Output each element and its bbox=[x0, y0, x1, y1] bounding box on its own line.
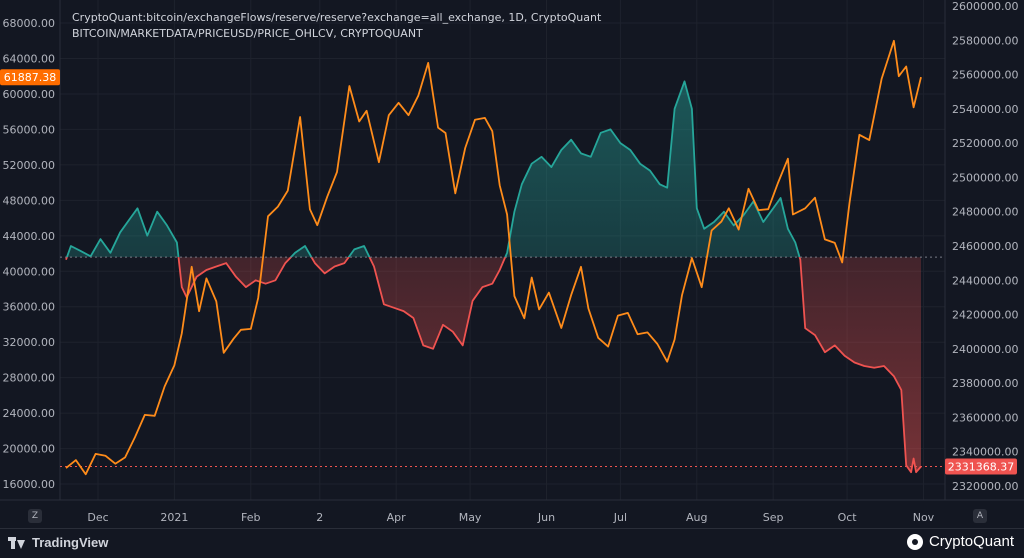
left-tick-label-11: 60000.00 bbox=[3, 88, 56, 101]
cryptoquant-logo-icon bbox=[906, 533, 923, 550]
legend-reserve-series[interactable]: CryptoQuant:bitcoin/exchangeFlows/reserv… bbox=[72, 11, 602, 24]
time-tick-label-10: Oct bbox=[838, 511, 858, 524]
left-tick-label-5: 36000.00 bbox=[3, 301, 56, 314]
left-tick-label-3: 28000.00 bbox=[3, 372, 56, 385]
right-tick-label-6: 2440000.00 bbox=[952, 274, 1018, 287]
tradingview-label: TradingView bbox=[32, 535, 109, 550]
tradingview-brand[interactable]: TradingView bbox=[8, 535, 108, 550]
chart-area[interactable]: 16000.00 20000.00 24000.00 28000.00 32000.00… bbox=[0, 0, 1024, 528]
right-axis: 2320000.00 2340000.00 2360000.00 2380000.00… bbox=[952, 0, 1018, 493]
time-tick-label-11: Nov bbox=[913, 511, 935, 524]
right-tick-label-14: 2600000.00 bbox=[952, 0, 1018, 13]
right-tick-label-12: 2560000.00 bbox=[952, 69, 1018, 82]
time-tick-label-2: Feb bbox=[241, 511, 260, 524]
left-tick-label-2: 24000.00 bbox=[3, 407, 56, 420]
time-tick-label-0: Dec bbox=[87, 511, 108, 524]
right-tick-label-9: 2500000.00 bbox=[952, 171, 1018, 184]
last-reserve-tag: 2331368.37 bbox=[945, 458, 1017, 475]
left-tick-label-9: 52000.00 bbox=[3, 159, 56, 172]
right-tick-label-10: 2520000.00 bbox=[952, 137, 1018, 150]
auto-scale-right-button[interactable]: A bbox=[973, 509, 987, 523]
left-tick-label-6: 40000.00 bbox=[3, 265, 56, 278]
right-tick-label-2: 2360000.00 bbox=[952, 411, 1018, 424]
time-tick-label-4: Apr bbox=[387, 511, 407, 524]
time-tick-label-5: May bbox=[459, 511, 482, 524]
left-tick-label-12: 64000.00 bbox=[3, 53, 56, 66]
right-tick-label-0: 2320000.00 bbox=[952, 480, 1018, 493]
right-tick-label-1: 2340000.00 bbox=[952, 446, 1018, 459]
right-tick-label-13: 2580000.00 bbox=[952, 34, 1018, 47]
footer-bar: TradingView CryptoQuant bbox=[0, 528, 1024, 558]
left-tick-label-13: 68000.00 bbox=[3, 17, 56, 30]
right-tick-label-7: 2460000.00 bbox=[952, 240, 1018, 253]
right-tick-label-8: 2480000.00 bbox=[952, 206, 1018, 219]
tradingview-logo-icon bbox=[8, 536, 26, 549]
auto-scale-left-button[interactable]: Z bbox=[28, 509, 42, 523]
cryptoquant-label: CryptoQuant bbox=[928, 533, 1014, 550]
left-tick-label-10: 56000.00 bbox=[3, 123, 56, 136]
left-tick-label-4: 32000.00 bbox=[3, 336, 56, 349]
time-tick-label-3: 2 bbox=[316, 511, 323, 524]
right-tick-label-4: 2400000.00 bbox=[952, 343, 1018, 356]
time-tick-label-7: Jul bbox=[613, 511, 627, 524]
time-tick-label-8: Aug bbox=[686, 511, 707, 524]
left-tick-label-0: 16000.00 bbox=[3, 478, 56, 491]
last-price-tag-label: 61887.38 bbox=[4, 71, 57, 84]
last-reserve-tag-label: 2331368.37 bbox=[948, 460, 1014, 473]
time-tick-label-6: Jun bbox=[537, 511, 555, 524]
last-price-tag: 61887.38 bbox=[0, 69, 60, 86]
right-tick-label-11: 2540000.00 bbox=[952, 103, 1018, 116]
left-tick-label-1: 20000.00 bbox=[3, 443, 56, 456]
left-tick-label-8: 48000.00 bbox=[3, 194, 56, 207]
time-tick-label-9: Sep bbox=[763, 511, 784, 524]
right-tick-label-5: 2420000.00 bbox=[952, 309, 1018, 322]
left-tick-label-7: 44000.00 bbox=[3, 230, 56, 243]
time-tick-label-1: 2021 bbox=[160, 511, 188, 524]
legend-price-series[interactable]: BITCOIN/MARKETDATA/PRICEUSD/PRICE_OHLCV,… bbox=[72, 27, 423, 40]
right-tick-label-3: 2380000.00 bbox=[952, 377, 1018, 390]
cryptoquant-brand[interactable]: CryptoQuant bbox=[906, 533, 1014, 550]
